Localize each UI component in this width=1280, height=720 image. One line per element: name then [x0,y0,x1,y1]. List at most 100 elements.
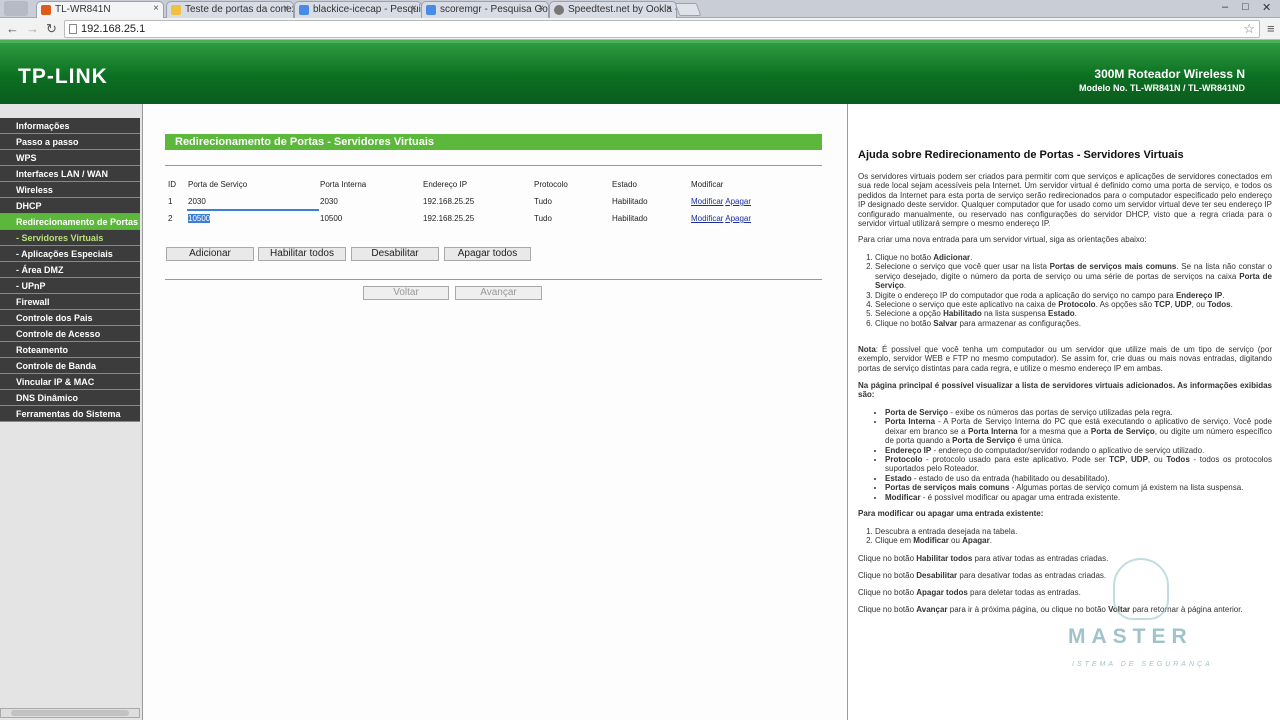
col-service-port: Porta de Serviço [188,180,248,189]
cell-internal-port: 2030 [320,197,338,206]
tab-teste-de-portas[interactable]: Teste de portas da conex × [166,1,294,18]
horizontal-scrollbar[interactable] [0,708,140,718]
help-enable-text: Clique no botão Habilitar todos para ati… [858,554,1109,563]
sidebar-item[interactable]: Passo a passo [0,134,140,150]
help-title: Ajuda sobre Redirecionamento de Portas -… [858,149,1184,161]
close-icon[interactable]: × [153,3,159,14]
maximize-icon[interactable]: □ [1242,1,1249,13]
divider [165,279,822,280]
cell-service-port[interactable]: 10500 [185,210,317,227]
help-list-item: Porta Interna - A Porta de Serviço Inter… [885,417,1272,445]
help-list-item: Selecione a opção Habilitado na lista su… [875,309,1272,318]
cell-internal-port: 10500 [320,214,343,223]
next-button[interactable]: Avançar [455,286,542,300]
cell-actions: Modificar Apagar [688,210,805,227]
close-icon[interactable]: × [666,3,672,14]
sidebar-item[interactable]: - Aplicações Especiais [0,246,140,262]
help-create-heading: Para criar uma nova entrada para um serv… [858,235,1147,244]
tab-speedtest[interactable]: Speedtest.net by Ookla - × [549,1,677,18]
watermark-text: MASTER [1068,625,1193,648]
google-favicon-icon [426,5,436,15]
lion-watermark-logo [1113,558,1169,620]
sidebar-item[interactable]: Roteamento [0,342,140,358]
sidebar-item[interactable]: DHCP [0,198,140,214]
scrollbar-thumb[interactable] [11,710,129,716]
cell-service-port: 2030 [188,197,206,206]
tab-label: TL-WR841N [55,4,111,15]
modify-link[interactable]: Modificar [691,197,723,206]
settings-wrench-icon[interactable]: ≡ [1267,21,1275,36]
sidebar-item[interactable]: Informações [0,118,140,134]
close-window-icon[interactable]: ✕ [1262,1,1271,14]
help-list-item: Clique no botão Salvar para armazenar as… [875,319,1272,328]
table-row: 1 2030 2030 192.168.25.25 Tudo Habilitad… [165,193,805,210]
reload-icon[interactable]: ↻ [46,21,57,37]
close-icon[interactable]: × [538,3,544,14]
sidebar-item[interactable]: Ferramentas do Sistema [0,406,140,422]
browser-menu-icon[interactable] [4,1,28,16]
tab-label: Teste de portas da conex [185,4,294,15]
help-modify-steps: Descubra a entrada desejada na tabela.Cl… [858,527,1272,546]
forward-arrow-icon[interactable]: → [26,21,39,36]
help-modify-heading: Para modificar ou apagar uma entrada exi… [858,509,1044,518]
help-delete-text: Clique no botão Apagar todos para deleta… [858,588,1081,597]
close-icon[interactable]: × [283,3,289,14]
bookmark-star-icon[interactable]: ☆ [1243,21,1255,37]
col-internal-port: Porta Interna [320,180,367,189]
help-list-item: Modificar - é possível modificar ou apag… [885,493,1272,502]
sidebar-menu: Informações Passo a passo WPS Interfaces LA… [0,118,140,422]
modify-link[interactable]: Modificar [691,214,723,223]
help-note: Nota: É possível que você tenha um compu… [858,345,1272,373]
back-button[interactable]: Voltar [363,286,449,300]
sidebar-item[interactable]: Firewall [0,294,140,310]
help-list-item: Estado - estado de uso da entrada (habil… [885,474,1272,483]
help-list-item: Protocolo - protocolo usado para este ap… [885,455,1272,474]
delete-link[interactable]: Apagar [725,197,751,206]
sidebar-item[interactable]: Controle de Banda [0,358,140,374]
cell-id: 2 [168,214,173,223]
sidebar-item[interactable]: - Servidores Virtuais [0,230,140,246]
model-number: Modelo No. TL-WR841N / TL-WR841ND [1079,83,1245,93]
close-icon[interactable]: × [411,3,417,14]
help-list-heading: Na página principal é possível visualiza… [858,381,1272,400]
tab-label: Speedtest.net by Ookla - [568,4,677,15]
delete-all-button[interactable]: Apagar todos [444,247,531,261]
disable-button[interactable]: Desabilitar [351,247,439,261]
tab-label: scoremgr - Pesquisa Goo [440,4,549,15]
sidebar-item[interactable]: WPS [0,150,140,166]
cell-ip: 192.168.25.25 [423,214,475,223]
help-list-item: Endereço IP - endereço do computador/ser… [885,446,1272,455]
minimize-icon[interactable]: – [1222,1,1228,13]
tp-link-logo: TP-LINK [18,65,108,88]
url-input[interactable]: 192.168.25.1 ☆ [64,20,1260,38]
table-header-row: ID Porta de Serviço Porta Interna Endere… [165,176,805,193]
sidebar-item[interactable]: DNS Dinâmico [0,390,140,406]
tab-blackice-icecap[interactable]: blackice-icecap - Pesquis × [294,1,422,18]
sidebar-item[interactable]: Controle dos Pais [0,310,140,326]
tab-scoremgr[interactable]: scoremgr - Pesquisa Goo × [421,1,549,18]
selected-text[interactable]: 10500 [188,214,211,223]
delete-link[interactable]: Apagar [725,214,751,223]
tab-label: blackice-icecap - Pesquis [313,4,422,15]
sidebar-item[interactable]: - UPnP [0,278,140,294]
tab-tl-wr841n[interactable]: TL-WR841N × [36,1,164,19]
sidebar-item[interactable]: - Área DMZ [0,262,140,278]
sidebar-item[interactable]: Vincular IP & MAC [0,374,140,390]
enable-all-button[interactable]: Habilitar todos [258,247,346,261]
help-list-item: Porta de Serviço - exibe os números das … [885,408,1272,417]
sidebar-item[interactable]: Interfaces LAN / WAN [0,166,140,182]
sidebar-item[interactable]: Redirecionamento de Portas [0,214,140,230]
sidebar-item[interactable]: Controle de Acesso [0,326,140,342]
cell-status: Habilitado [612,214,648,223]
virtual-servers-table: ID Porta de Serviço Porta Interna Endere… [165,176,805,227]
page-title: Redirecionamento de Portas - Servidores … [165,134,822,150]
add-button[interactable]: Adicionar [166,247,254,261]
cell-protocol: Tudo [534,197,552,206]
cell-protocol: Tudo [534,214,552,223]
table-row: 2 10500 10500 192.168.25.25 Tudo Habilit… [165,210,805,227]
help-list-item: Descubra a entrada desejada na tabela. [875,527,1272,536]
folder-favicon-icon [171,5,181,15]
new-tab-button[interactable] [674,3,702,16]
back-arrow-icon[interactable]: ← [6,21,19,36]
sidebar-item[interactable]: Wireless [0,182,140,198]
